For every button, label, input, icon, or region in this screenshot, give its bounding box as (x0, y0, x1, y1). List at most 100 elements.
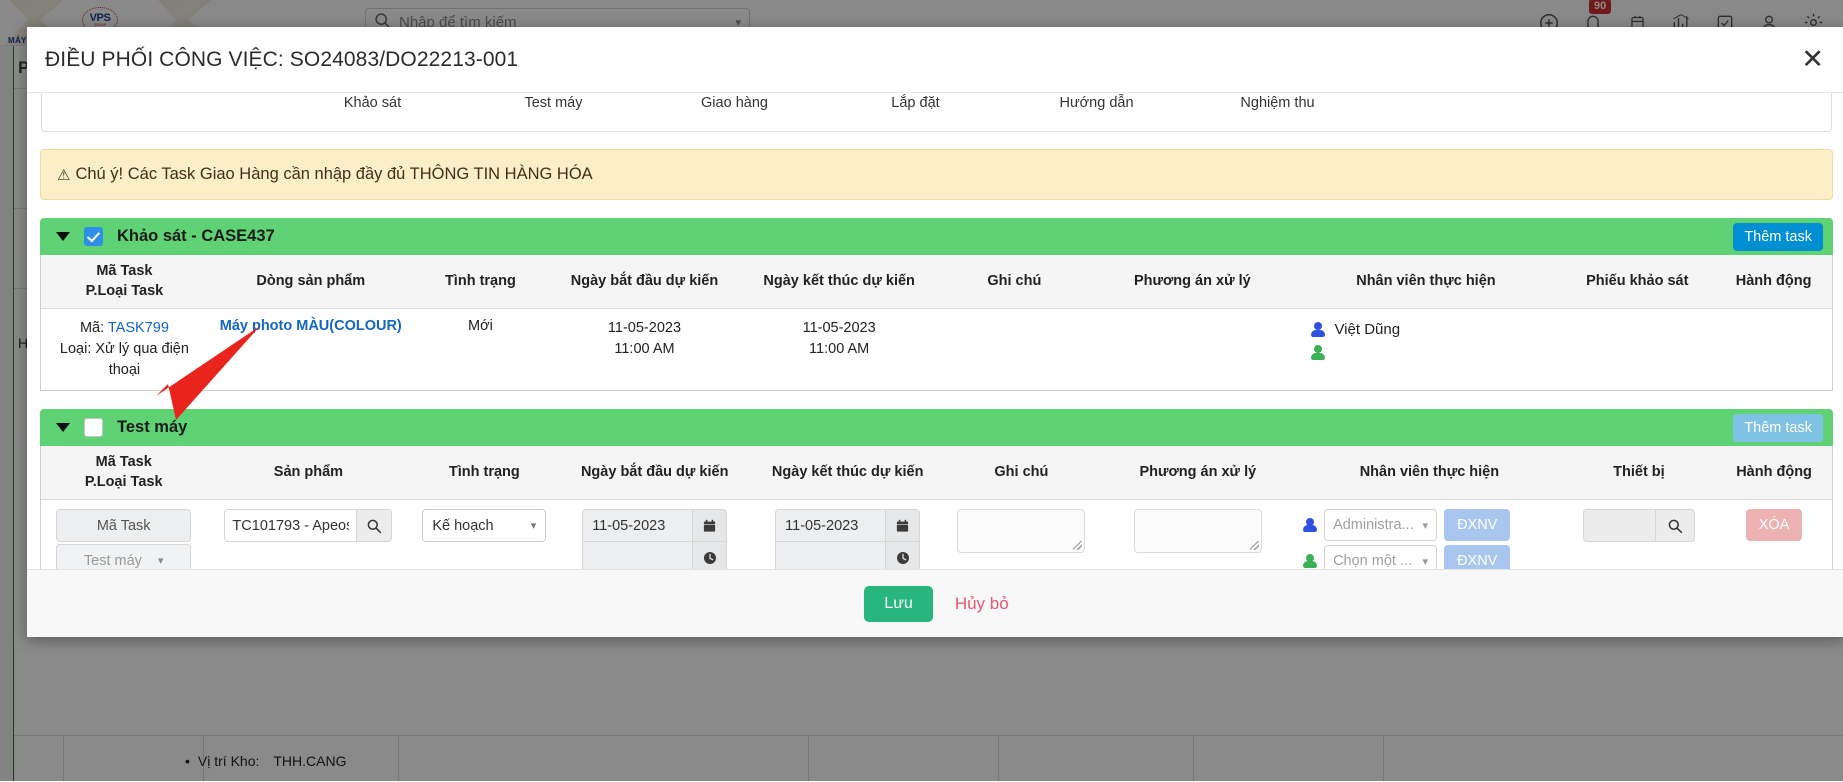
dxnv-button-primary[interactable]: ĐXNV (1444, 509, 1510, 541)
end-time-row[interactable] (775, 542, 920, 569)
employee-secondary-row: Chọn một ... ▾ ĐXNV (1302, 545, 1557, 569)
cancel-button[interactable]: Hủy bỏ (955, 594, 1009, 614)
save-button[interactable]: Lưu (864, 586, 933, 622)
task-table-khao-sat: Mã Task P.Loại Task Dòng sản phẩm Tình t… (41, 255, 1832, 390)
cell-solution-form (1099, 500, 1298, 569)
task-code-link[interactable]: TASK799 (108, 320, 169, 336)
section-header-khao-sat: Khảo sát - CASE437 Thêm task (40, 218, 1833, 255)
employee-secondary-select[interactable]: Chọn một ... ▾ (1324, 545, 1437, 569)
col-ghi-chu: Ghi chú (936, 255, 1092, 309)
section-body-khao-sat: Mã Task P.Loại Task Dòng sản phẩm Tình t… (40, 255, 1833, 391)
calendar-icon[interactable] (692, 510, 726, 541)
col-hanh-dong: Hành động (1716, 446, 1832, 500)
start-date-value: 11-05-2023 (552, 318, 737, 339)
note-textarea[interactable] (957, 509, 1085, 553)
end-date-row[interactable]: 11-05-2023 (775, 509, 920, 542)
search-icon[interactable] (356, 509, 392, 542)
chevron-down-icon: ▾ (158, 554, 164, 567)
col-ngay-ket-thuc: Ngày kết thúc dự kiến (742, 255, 937, 309)
col-ma-task: Mã Task P.Loại Task (41, 446, 206, 500)
employee-primary-select[interactable]: Administra... ▾ (1324, 509, 1437, 541)
chevron-down-icon: ▾ (1423, 519, 1429, 532)
collapse-toggle-khao-sat[interactable] (56, 232, 70, 241)
collapse-toggle-test-may[interactable] (56, 423, 70, 432)
ploai-task-select[interactable]: Test máy ▾ (56, 544, 191, 569)
cell-end-date: 11-05-2023 11:00 AM (742, 309, 937, 391)
ma-task-input[interactable]: Mã Task (56, 509, 191, 542)
product-link[interactable]: Máy photo MÀU(COLOUR) (220, 318, 402, 334)
col-phuong-an-xu-ly: Phương án xử lý (1099, 446, 1298, 500)
goods-info-warning-banner: ⚠ Chú ý! Các Task Giao Hàng cần nhập đầy… (40, 149, 1833, 200)
section-checkbox-khao-sat[interactable] (84, 227, 103, 246)
end-datetime-group: 11-05-2023 (775, 509, 920, 569)
col-nhan-vien-thuc-hien: Nhân viên thực hiện (1292, 255, 1559, 309)
clock-icon[interactable] (692, 542, 726, 569)
solution-textarea[interactable] (1134, 509, 1262, 553)
task-dispatch-modal: ĐIỀU PHỐI CÔNG VIỆC: SO24083/DO22213-001… (27, 27, 1843, 637)
cell-employees: Việt Dũng (1292, 309, 1559, 391)
delete-row-button[interactable]: XÓA (1746, 509, 1803, 541)
search-icon[interactable] (1655, 509, 1695, 542)
employee-primary-row: Administra... ▾ ĐXNV (1302, 509, 1557, 541)
ploai-task-value: Test máy (84, 553, 142, 569)
device-input[interactable] (1583, 509, 1655, 542)
product-input[interactable] (224, 509, 356, 542)
col-dong-san-pham: Dòng sản phẩm (208, 255, 414, 309)
section-checkbox-test-may[interactable] (84, 418, 103, 437)
cell-start-date-form: 11-05-2023 (558, 500, 751, 569)
loai-value: Xử lý qua điện thoại (95, 341, 189, 378)
section-khao-sat: Khảo sát - CASE437 Thêm task Mã Task P.L… (40, 218, 1833, 391)
cell-status: Mới (414, 309, 547, 391)
person-icon-green (1310, 345, 1325, 360)
step-khao-sat[interactable]: Khảo sát (282, 93, 463, 111)
clock-icon[interactable] (885, 542, 919, 569)
cell-start-date: 11-05-2023 11:00 AM (547, 309, 742, 391)
start-date-value: 11-05-2023 (583, 510, 692, 541)
cell-product: Máy photo MÀU(COLOUR) (208, 309, 414, 391)
warning-triangle-icon: ⚠ (57, 166, 70, 184)
modal-header: ĐIỀU PHỐI CÔNG VIỆC: SO24083/DO22213-001… (27, 27, 1843, 93)
close-icon[interactable]: ✕ (1801, 46, 1824, 73)
cell-note (936, 309, 1092, 391)
cell-note-form (944, 500, 1098, 569)
col-ngay-ket-thuc: Ngày kết thúc dự kiến (751, 446, 944, 500)
add-task-button-khao-sat[interactable]: Thêm task (1733, 223, 1823, 251)
end-date-value: 11-05-2023 (747, 318, 932, 339)
status-select[interactable]: Kế hoạch ▾ (422, 509, 546, 542)
col-nhan-vien-thuc-hien: Nhân viên thực hiện (1297, 446, 1562, 500)
end-time-value: 11:00 AM (747, 339, 932, 360)
table-row: Mã: TASK799 Loại: Xử lý qua điện thoại M… (41, 309, 1832, 391)
warning-text: Chú ý! Các Task Giao Hàng cần nhập đầy đ… (75, 165, 592, 184)
employee-primary-value: Administra... (1333, 517, 1414, 533)
step-nghiem-thu[interactable]: Nghiệm thu (1187, 93, 1368, 111)
cell-action-form: XÓA (1716, 500, 1832, 569)
device-search-group (1583, 509, 1695, 542)
section-title-khao-sat: Khảo sát - CASE437 (117, 227, 275, 246)
step-huong-dan[interactable]: Hướng dẫn (1006, 93, 1187, 111)
calendar-icon[interactable] (885, 510, 919, 541)
start-datetime-group: 11-05-2023 (582, 509, 727, 569)
col-tinh-trang: Tình trạng (414, 255, 547, 309)
task-code-line: Mã: TASK799 (46, 318, 203, 339)
col-ma-task: Mã Task P.Loại Task (41, 255, 208, 309)
col-san-pham: Sản phẩm (206, 446, 410, 500)
section-header-test-may: Test máy Thêm task (40, 409, 1833, 446)
chevron-down-icon: ▾ (531, 519, 537, 532)
dxnv-button-secondary[interactable]: ĐXNV (1444, 545, 1510, 569)
cell-status-form: Kế hoạch ▾ (410, 500, 558, 569)
start-time-row[interactable] (582, 542, 727, 569)
col-ngay-bat-dau: Ngày bắt đầu dự kiến (558, 446, 751, 500)
start-date-row[interactable]: 11-05-2023 (582, 509, 727, 542)
step-giao-hang[interactable]: Giao hàng (644, 93, 825, 111)
employee-primary: Việt Dũng (1310, 318, 1554, 341)
ma-label: Mã: (80, 320, 104, 336)
section-body-test-may: Mã Task P.Loại Task Sản phẩm Tình trạng … (40, 446, 1833, 569)
col-phieu-khao-sat: Phiếu khảo sát (1559, 255, 1715, 309)
step-test-may[interactable]: Test máy (463, 93, 644, 111)
status-value: Kế hoạch (432, 518, 493, 534)
add-task-button-test-may[interactable]: Thêm task (1733, 414, 1823, 442)
col-tinh-trang: Tình trạng (410, 446, 558, 500)
section-test-may: Test máy Thêm task Mã Task P.Loại Task S… (40, 409, 1833, 569)
cell-solution (1092, 309, 1292, 391)
step-lap-dat[interactable]: Lắp đặt (825, 93, 1006, 111)
